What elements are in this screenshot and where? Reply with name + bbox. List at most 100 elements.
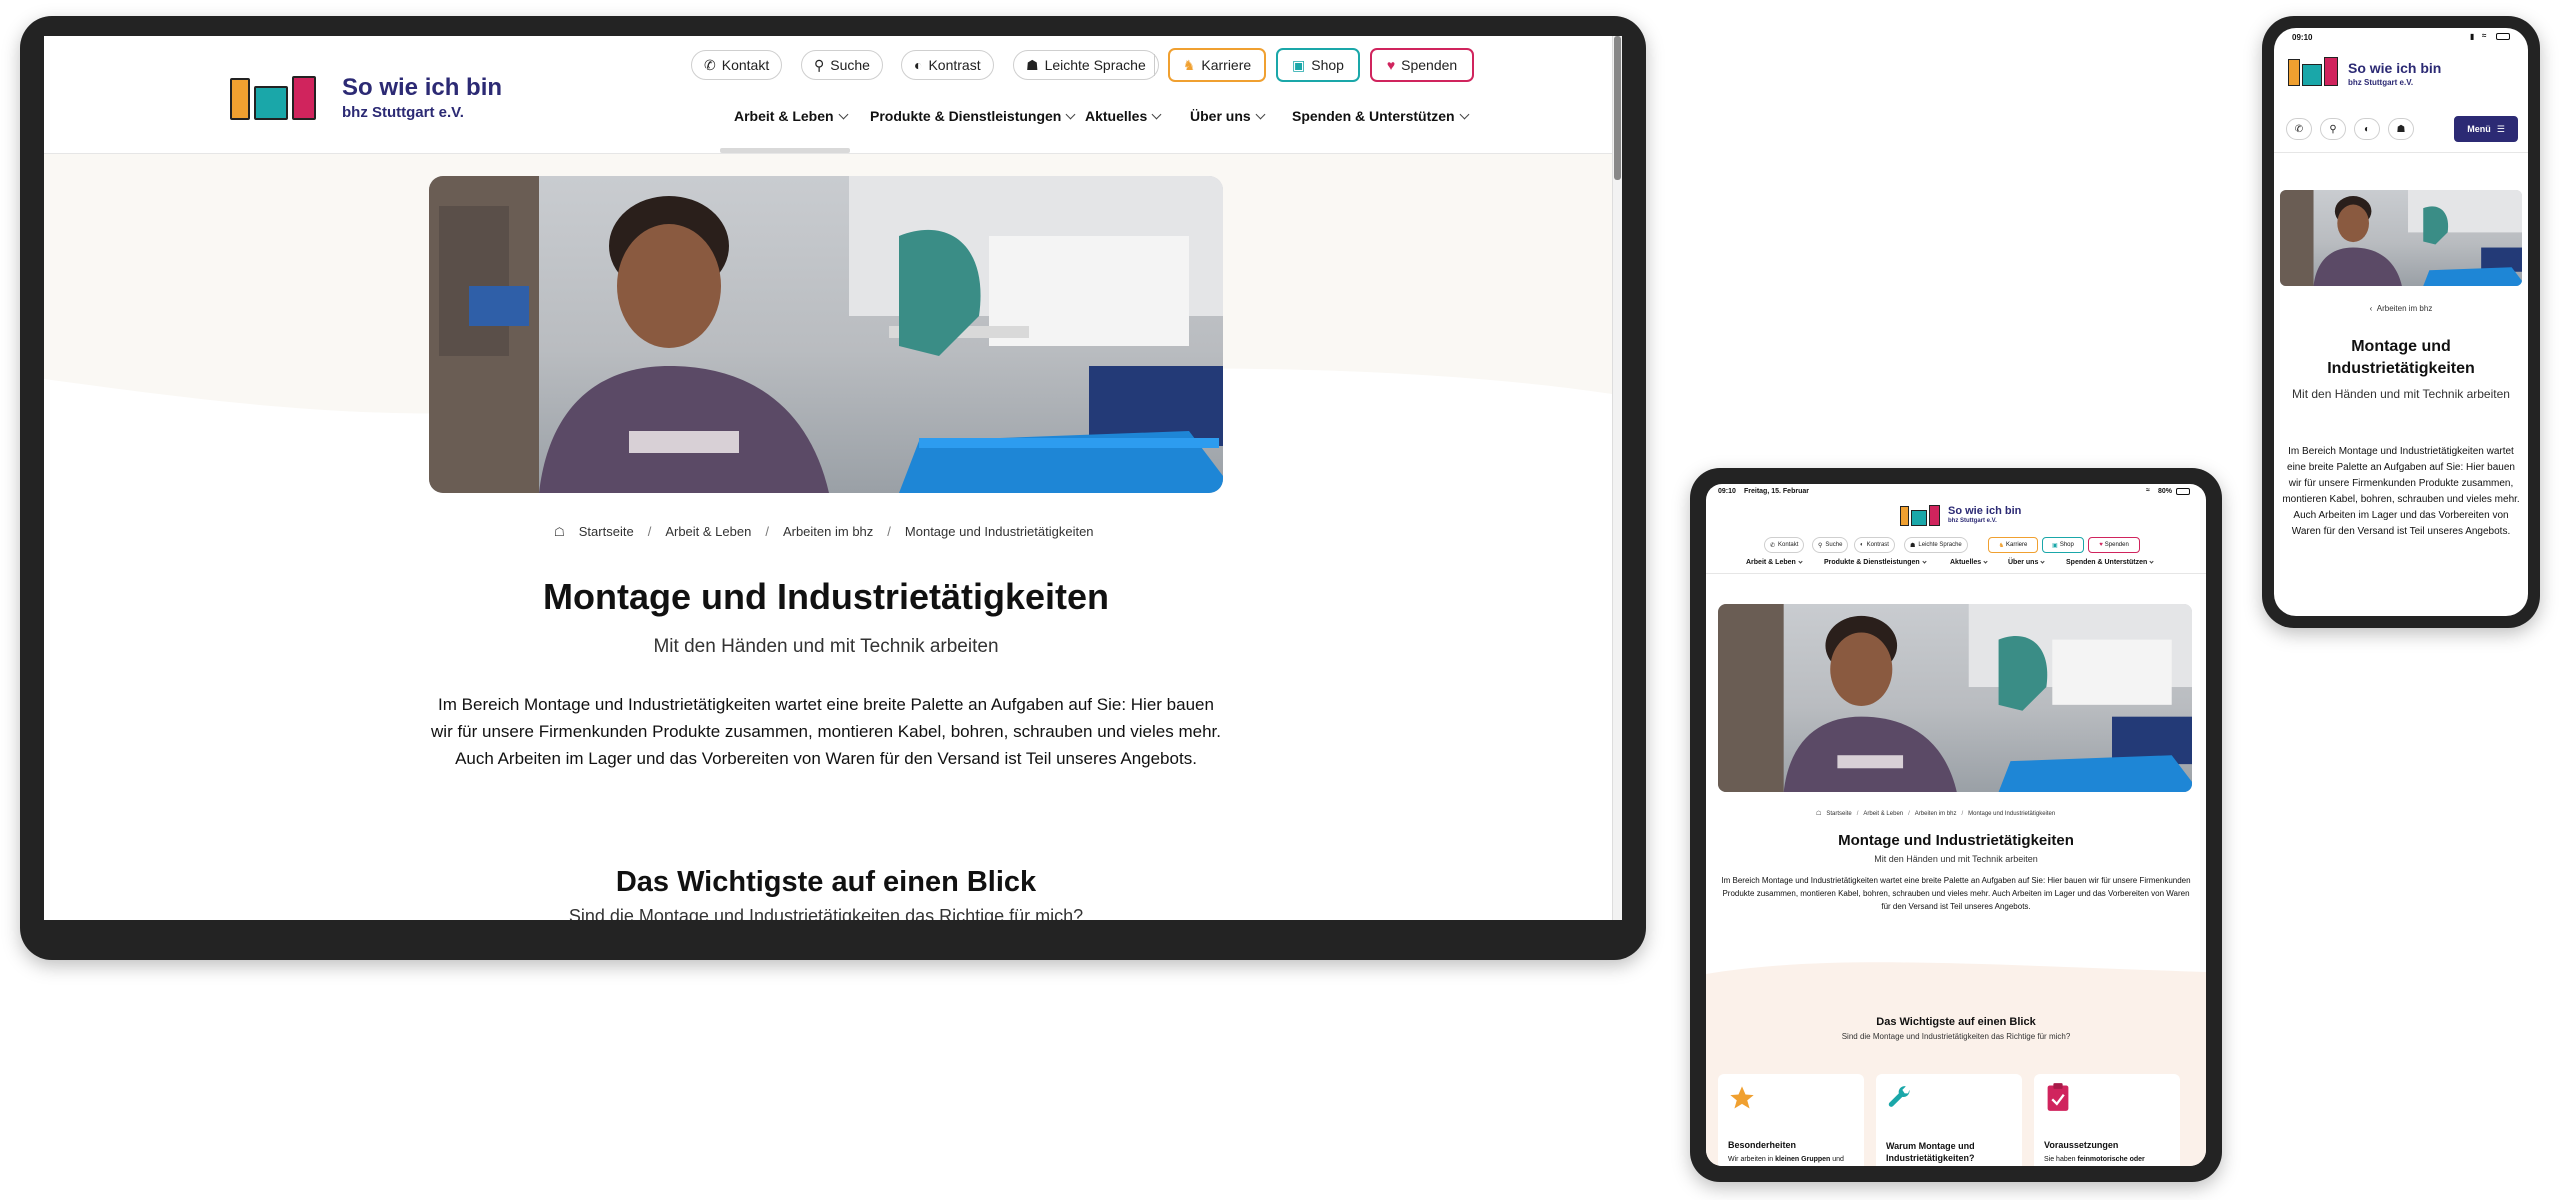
desktop-frame: So wie ich bin bhz Stuttgart e.V. ✆ Konta… <box>20 16 1646 960</box>
overview-subtitle: Sind die Montage und Industrietätigkeite… <box>568 906 1084 920</box>
tablet-utility-row: ✆ Kontakt ⚲ Suche ◐ Kontrast ☗ Leichte Sprac… <box>1706 537 2206 553</box>
tablet-nav-produkte[interactable]: Produkte & Dienstleistungen <box>1824 559 1927 566</box>
tablet-breadcrumb-arbeiten-im-bhz[interactable]: Arbeiten im bhz <box>1915 811 1957 817</box>
phone-hero-image <box>2280 190 2522 286</box>
bag-icon: ▣ <box>1292 56 1306 73</box>
nav-active-indicator <box>720 148 850 153</box>
contrast-icon: ◐ <box>2363 123 2371 135</box>
phone-icon: ✆ <box>1770 542 1776 549</box>
chevron-down-icon <box>1065 109 1076 119</box>
contact-link[interactable]: ✆ Kontakt <box>691 50 783 80</box>
tablet-main-nav: Arbeit & Leben Produkte & Dienstleistung… <box>1706 558 2206 574</box>
tablet-career-button[interactable]: ♞ Karriere <box>1988 537 2038 553</box>
search-link[interactable]: ⚲ Suche <box>801 50 883 80</box>
tablet-card-voraussetzungen[interactable]: Voraussetzungen Sie haben feinmotorische… <box>2034 1074 2180 1166</box>
battery-icon <box>2496 33 2510 40</box>
star-icon <box>1730 1086 1754 1109</box>
nav-arbeit-leben[interactable]: Arbeit & Leben <box>734 108 849 124</box>
career-button[interactable]: ♞ Karriere <box>1168 48 1266 82</box>
chevron-down-icon <box>1922 559 1927 564</box>
tablet-shop-button[interactable]: ▣ Shop <box>2042 537 2084 553</box>
tablet-contrast-toggle[interactable]: ◐ Kontrast <box>1854 537 1895 553</box>
phone-contrast-button[interactable]: ◐ <box>2354 118 2380 140</box>
phone-contact-button[interactable]: ✆ <box>2286 118 2312 140</box>
tablet-easy-language-link[interactable]: ☗ Leichte Sprache <box>1904 537 1968 553</box>
tablet-card-warum[interactable]: Warum Montage und Industrietätigkeiten? <box>1876 1074 2022 1166</box>
nav-spenden-unterstuetzen[interactable]: Spenden & Unterstützen <box>1292 108 1470 124</box>
search-icon: ⚲ <box>1818 542 1823 549</box>
card-text: Sie haben feinmotorische oder <box>2044 1156 2145 1163</box>
phone-screen: 09:10 ▮ ≈ So wie ich bin bhz Stuttgart e… <box>2274 28 2528 616</box>
heart-icon: ♥ <box>1386 57 1396 73</box>
chevron-down-icon <box>2040 559 2045 564</box>
breadcrumb-arbeiten-im-bhz[interactable]: Arbeiten im bhz <box>783 524 873 539</box>
bag-icon: ▣ <box>2052 542 2058 549</box>
search-icon: ⚲ <box>814 56 825 73</box>
site-logo[interactable]: So wie ich bin bhz Stuttgart e.V. <box>230 74 510 122</box>
tablet-breadcrumb: ☖ Startseite / Arbeit & Leben / Arbeiten i… <box>1816 810 2056 818</box>
tablet-search-link[interactable]: ⚲ Suche <box>1812 537 1849 553</box>
chevron-down-icon <box>1798 559 1803 564</box>
shop-button[interactable]: ▣ Shop <box>1276 48 1360 82</box>
phone-page-title: Montage und Industrietätigkeiten <box>2327 338 2475 377</box>
chevron-down-icon <box>1255 109 1266 119</box>
easy-language-icon: ☗ <box>1026 56 1039 73</box>
page-title: Montage und Industrietätigkeiten <box>542 576 1109 617</box>
desktop-header: So wie ich bin bhz Stuttgart e.V. ✆ Konta… <box>44 36 1622 154</box>
tablet-nav-spenden-unterstuetzen[interactable]: Spenden & Unterstützen <box>2066 559 2154 566</box>
chevron-down-icon <box>1151 109 1162 119</box>
breadcrumb-current: Montage und Industrietätigkeiten <box>904 524 1094 539</box>
phone-easy-language-button[interactable]: ☗ <box>2388 118 2414 140</box>
people-icon: ♞ <box>1998 542 2005 549</box>
logo-books-icon <box>230 74 316 120</box>
page-intro: Im Bereich Montage und Industrietätigkei… <box>431 695 1221 768</box>
easy-language-icon: ☗ <box>2396 123 2406 135</box>
nav-produkte[interactable]: Produkte & Dienstleistungen <box>870 108 1076 124</box>
phone-page-intro: Im Bereich Montage und Industrietätigkei… <box>2282 446 2520 537</box>
scrollbar-track[interactable] <box>1612 36 1622 920</box>
donate-button[interactable]: ♥ Spenden <box>1370 48 1474 82</box>
phone-menu-button[interactable]: Menü ☰ <box>2454 116 2518 142</box>
card-text: Wir arbeiten in kleinen Gruppen und <box>1728 1156 1844 1163</box>
chevron-down-icon <box>1983 559 1988 564</box>
nav-aktuelles[interactable]: Aktuelles <box>1085 108 1162 124</box>
tablet-status-bar: 09:10 Freitag, 15. Februar ≈ 80% <box>1706 484 2206 498</box>
tablet-breadcrumb-current: Montage und Industrietätigkeiten <box>1968 810 2056 817</box>
phone-frame: 09:10 ▮ ≈ So wie ich bin bhz Stuttgart e… <box>2262 16 2540 628</box>
hamburger-icon: ☰ <box>2496 123 2505 134</box>
tablet-card-besonderheiten[interactable]: Besonderheiten Wir arbeiten in kleinen G… <box>1718 1074 1864 1166</box>
phone-back-link[interactable]: ‹ Arbeiten im bhz <box>2274 304 2528 313</box>
logo-books-icon <box>2288 56 2338 86</box>
phone-header-divider <box>2274 152 2528 153</box>
tablet-breadcrumb-arbeit-leben[interactable]: Arbeit & Leben <box>1863 811 1903 817</box>
tablet-contact-link[interactable]: ✆ Kontakt <box>1764 537 1805 553</box>
tablet-donate-button[interactable]: ♥ Spenden <box>2088 537 2140 553</box>
phone-search-button[interactable]: ⚲ <box>2320 118 2346 140</box>
card-title: Voraussetzungen <box>2044 1140 2119 1150</box>
tablet-breadcrumb-startseite[interactable]: Startseite <box>1826 811 1851 817</box>
logo-subtitle: bhz Stuttgart e.V. <box>342 104 464 121</box>
tablet-overview-subtitle: Sind die Montage und Industrietätigkeite… <box>1841 1032 2071 1041</box>
nav-ueber-uns[interactable]: Über uns <box>1190 108 1266 124</box>
home-icon: ☖ <box>1816 811 1822 817</box>
contrast-toggle[interactable]: ◐ Kontrast <box>901 50 994 80</box>
breadcrumb-startseite[interactable]: Startseite <box>579 524 634 539</box>
tablet-nav-arbeit-leben[interactable]: Arbeit & Leben <box>1746 559 1803 566</box>
tablet-overview-title: Das Wichtigste auf einen Blick <box>1876 1016 2036 1028</box>
battery-icon <box>2176 488 2190 495</box>
wifi-icon: ≈ <box>2482 31 2487 40</box>
easy-language-link[interactable]: ☗ Leichte Sprache <box>1013 50 1159 80</box>
tablet-nav-ueber-uns[interactable]: Über uns <box>2008 559 2045 566</box>
phone-logo[interactable]: So wie ich bin bhz Stuttgart e.V. <box>2288 56 2448 90</box>
header-divider <box>1154 54 1155 76</box>
easy-language-icon: ☗ <box>1910 542 1916 549</box>
breadcrumb-arbeit-leben[interactable]: Arbeit & Leben <box>665 524 751 539</box>
phone-status-bar: 09:10 ▮ ≈ <box>2274 28 2528 44</box>
tablet-logo[interactable]: So wie ich bin bhz Stuttgart e.V. <box>1900 504 2021 528</box>
scrollbar-thumb[interactable] <box>1614 36 1621 180</box>
tablet-nav-aktuelles[interactable]: Aktuelles <box>1950 559 1988 566</box>
tablet-page-intro: Im Bereich Montage und Industrietätigkei… <box>1721 876 2191 911</box>
tablet-page-title: Montage und Industrietätigkeiten <box>1838 832 2074 849</box>
chevron-down-icon <box>2149 559 2154 564</box>
phone-icon: ✆ <box>704 56 716 73</box>
